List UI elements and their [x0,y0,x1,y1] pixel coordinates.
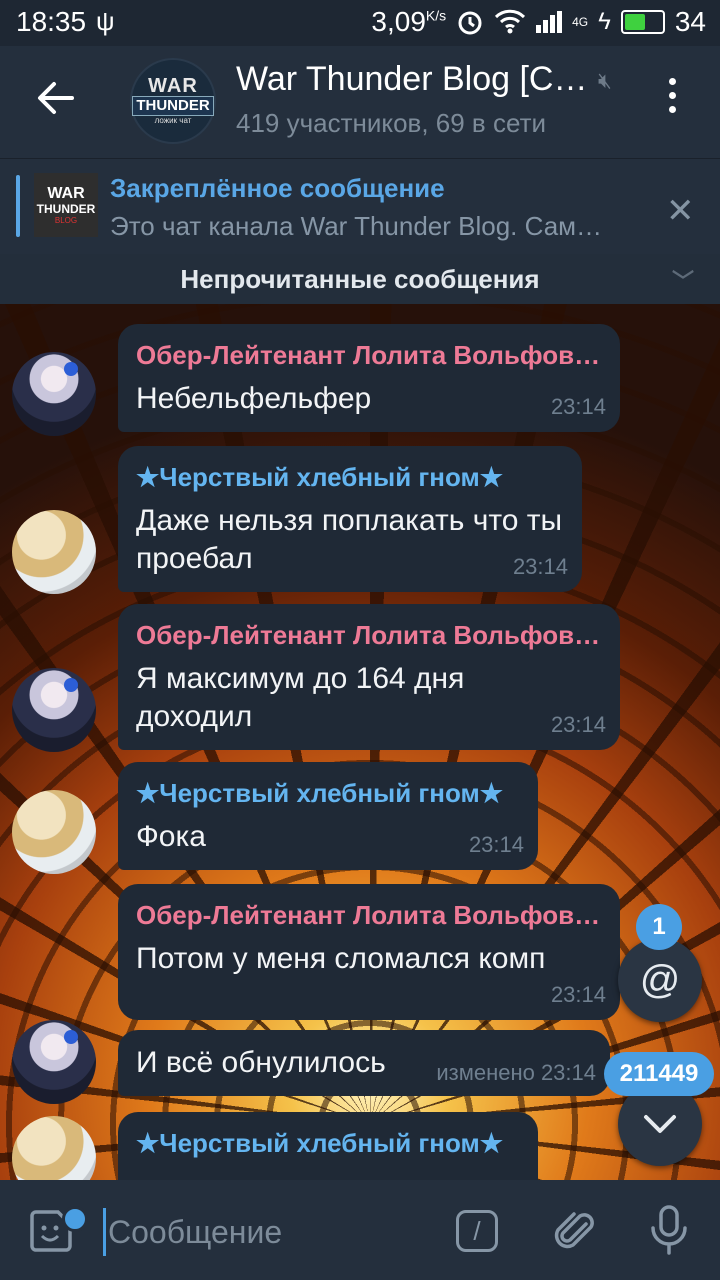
status-bar: 18:35 ψ 3,09K/s 4G ϟ 34 [0,0,720,46]
message-text: Фока [136,820,206,853]
avatar[interactable] [12,510,96,594]
network-type: 4G [572,15,589,29]
signal-icon [536,11,563,33]
pinned-text: Это чат канала War Thunder Blog. Сам… [110,211,603,241]
sender-name[interactable]: ★Черствый хлебный гном★ [136,462,503,493]
unread-count-badge: 211449 [604,1052,714,1096]
avatar[interactable] [12,1116,96,1180]
message-input-bar: Сообщение / [0,1180,720,1280]
pinned-indicator [16,175,20,237]
pinned-message-bar[interactable]: WAR THUNDER BLOG Закреплённое сообщение … [0,158,720,255]
message-bubble[interactable]: ★Черствый хлебный гном★ [118,1112,538,1180]
chevron-down-icon[interactable]: ﹀ [672,264,694,296]
pinned-thumbnail: WAR THUNDER BLOG [34,173,98,237]
battery-level: 34 [674,6,706,37]
avatar-line1: WAR [148,75,198,97]
usb-icon: ψ [96,6,115,36]
sender-name[interactable]: Обер-Лейтенант Лолита Вольфов… [136,620,600,651]
message-bubble[interactable]: ★Черствый хлебный гном★ Даже нельзя попл… [118,446,582,592]
network-speed: 3,09K/s [371,6,447,37]
chevron-down-icon [644,1115,676,1133]
chat-members: 419 участников, 69 в сети [236,108,546,138]
sender-name[interactable]: ★Черствый хлебный гном★ [136,778,503,809]
message-bubble[interactable]: ★Черствый хлебный гном★ Фока 23:14 [118,762,538,870]
battery-icon [620,10,665,34]
message-text: Потом у меня сломался комп [136,942,546,975]
back-arrow-icon[interactable] [36,78,76,118]
alarm-icon [458,11,482,35]
chat-avatar[interactable]: WAR THUNDER ложик чат [130,58,216,144]
message-bubble[interactable]: Обер-Лейтенант Лолита Вольфов… Небельфел… [118,324,620,432]
chat-title[interactable]: War Thunder Blog [С… [236,60,587,99]
sender-name[interactable]: Обер-Лейтенант Лолита Вольфов… [136,340,600,371]
message-text: И всё обнулилось [136,1046,386,1079]
sender-name[interactable]: ★Черствый хлебный гном★ [136,1128,503,1159]
avatar-line2: THUNDER [132,96,214,116]
message-time: 23:14 [512,554,568,579]
attach-icon[interactable] [552,1208,600,1256]
message-bubble[interactable]: Обер-Лейтенант Лолита Вольфов… Я максиму… [118,604,620,750]
more-menu-icon[interactable] [662,78,682,122]
message-text: Даже нельзя поплакать что ты проебал [136,504,563,575]
message-time: изменено 23:14 [436,1060,596,1085]
chat-background: Обер-Лейтенант Лолита Вольфов… Небельфел… [0,304,720,1180]
text-cursor [103,1208,106,1256]
mentions-count-badge: 1 [636,904,682,950]
avatar[interactable] [12,668,96,752]
message-text: Небельфельфер [136,382,372,415]
mentions-button[interactable]: @ [618,938,702,1022]
message-input[interactable]: Сообщение [108,1214,282,1251]
muted-icon: 🔇︎ [598,68,612,93]
wifi-icon [495,9,526,34]
pinned-title: Закреплённое сообщение [110,173,445,203]
avatar[interactable] [12,1020,96,1104]
at-icon: @ [639,957,681,1002]
unread-label: Непрочитанные сообщения [180,263,540,294]
message-time: 23:14 [550,982,606,1007]
charging-icon: ϟ [598,8,611,35]
close-icon[interactable]: ✕ [666,191,695,231]
message-time: 23:14 [550,394,606,419]
message-text: Я максимум до 164 дня доходил [136,662,465,733]
avatar[interactable] [12,352,96,436]
message-bubble[interactable]: Обер-Лейтенант Лолита Вольфов… Потом у м… [118,884,620,1020]
bot-command-icon[interactable]: / [456,1210,498,1252]
message-bubble[interactable]: И всё обнулилось изменено 23:14 [118,1030,610,1096]
message-time: 23:14 [468,832,524,857]
unread-separator: Непрочитанные сообщения ﹀ [0,254,720,304]
microphone-icon[interactable] [648,1204,690,1256]
message-time: 23:14 [550,712,606,737]
status-time: 18:35 [16,6,87,37]
sender-name[interactable]: Обер-Лейтенант Лолита Вольфов… [136,900,600,931]
avatar-line3: ложик чат [154,116,192,125]
sticker-new-dot [62,1206,88,1232]
avatar[interactable] [12,790,96,874]
chat-header: WAR THUNDER ложик чат War Thunder Blog [… [0,46,720,158]
